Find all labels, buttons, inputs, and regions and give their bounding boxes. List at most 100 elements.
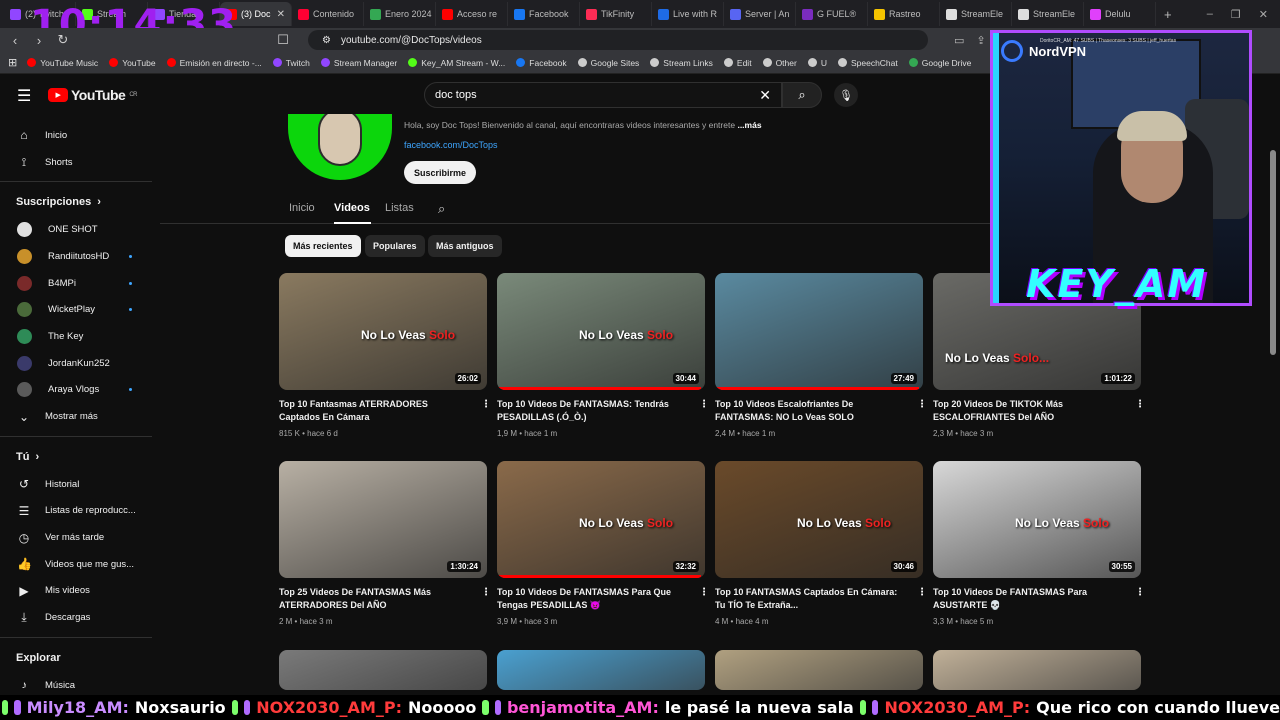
browser-tab[interactable]: TikFinity — [580, 2, 652, 26]
bookmark-item[interactable]: SpeechChat — [837, 58, 898, 68]
browser-tab[interactable]: StreamEle — [940, 2, 1012, 26]
bookmark-item[interactable]: Edit — [723, 58, 752, 68]
bookmark-item[interactable]: Twitch — [272, 58, 310, 68]
video-title[interactable]: Top 10 FANTASMAS Captados En Cámara: Tu … — [715, 586, 905, 612]
description-more[interactable]: ...más — [737, 120, 761, 130]
bookmark-item[interactable]: Other — [762, 58, 797, 68]
close-window-icon[interactable]: ✕ — [1259, 8, 1268, 21]
video-thumbnail[interactable]: 1:30:24 — [279, 461, 487, 578]
url-text[interactable]: youtube.com/@DocTops/videos — [341, 35, 482, 46]
sidebar-item[interactable]: ⌂ Inicio — [0, 122, 152, 149]
chip-popular[interactable]: Populares — [365, 235, 425, 257]
menu-icon[interactable]: ☰ — [17, 86, 31, 106]
browser-tab[interactable]: Server | An — [724, 2, 796, 26]
video-thumbnail[interactable] — [933, 650, 1141, 690]
video-thumbnail[interactable]: No Lo Veas Solo 26:02 — [279, 273, 487, 390]
chip-recent[interactable]: Más recientes — [285, 235, 361, 257]
sidebar-item[interactable]: ▶ Mis videos — [0, 578, 152, 605]
browser-tab[interactable]: Acceso re — [436, 2, 508, 26]
minimize-icon[interactable]: – — [1207, 8, 1213, 21]
search-value[interactable]: doc tops — [435, 89, 477, 101]
video-thumbnail[interactable] — [497, 650, 705, 690]
video-thumbnail[interactable]: No Lo Veas Solo 30:55 — [933, 461, 1141, 578]
bookmark-item[interactable]: Google Drive — [908, 58, 971, 68]
browser-tab[interactable]: Delulu — [1084, 2, 1156, 26]
sidebar-item[interactable]: ♪ Música — [0, 672, 152, 688]
clear-search-icon[interactable]: ✕ — [759, 87, 771, 104]
bookmark-item[interactable]: U — [807, 58, 827, 68]
bookmark-star-icon[interactable]: ☐ — [276, 32, 290, 48]
search-input[interactable]: doc tops ✕ — [424, 82, 782, 108]
bookmark-item[interactable]: YouTube — [109, 58, 156, 68]
subscription-item[interactable]: WicketPlay — [0, 296, 152, 323]
back-icon[interactable]: ‹ — [8, 33, 22, 48]
video-thumbnail[interactable]: No Lo Veas Solo 32:32 — [497, 461, 705, 578]
bookmark-item[interactable]: Stream Manager — [320, 58, 397, 68]
scrollbar[interactable] — [1270, 150, 1276, 355]
browser-tab[interactable]: Facebook — [508, 2, 580, 26]
video-title[interactable]: Top 25 Videos De FANTASMAS Más ATERRADOR… — [279, 586, 469, 612]
sidebar-item[interactable]: ☰ Listas de reproducc... — [0, 498, 152, 525]
chip-oldest[interactable]: Más antiguos — [428, 235, 502, 257]
reload-icon[interactable]: ↻ — [56, 32, 70, 48]
bookmark-item[interactable]: Emisión en directo -... — [166, 58, 262, 68]
tab-close-icon[interactable]: ✕ — [277, 9, 285, 20]
video-thumbnail[interactable]: 27:49 — [715, 273, 923, 390]
sidebar-item[interactable]: ◷ Ver más tarde — [0, 524, 152, 551]
more-options-icon[interactable]: ⋮ — [917, 587, 927, 598]
channel-search-icon[interactable]: ⌕ — [438, 201, 445, 217]
browser-tab[interactable]: Enero 2024 — [364, 2, 436, 26]
bookmark-item[interactable]: Google Sites — [577, 58, 639, 68]
video-title[interactable]: Top 20 Videos De TIKTOK Más ESCALOFRIANT… — [933, 398, 1123, 424]
more-options-icon[interactable]: ⋮ — [1135, 399, 1145, 410]
sidebar-item[interactable]: ⤓ Descargas — [0, 604, 152, 631]
video-title[interactable]: Top 10 Videos De FANTASMAS: Tendrás PESA… — [497, 398, 687, 424]
browser-tab[interactable]: Contenido — [292, 2, 364, 26]
video-title[interactable]: Top 10 Videos De FANTASMAS Para Que Teng… — [497, 586, 687, 612]
browser-tab[interactable]: G FUEL® — [796, 2, 868, 26]
tab-videos[interactable]: Videos — [334, 202, 370, 214]
subscribe-button[interactable]: Suscribirme — [404, 161, 476, 184]
tab-listas[interactable]: Listas — [385, 202, 414, 214]
bookmark-item[interactable]: Stream Links — [650, 58, 713, 68]
voice-search-button[interactable]: 🎙 — [834, 83, 858, 107]
omnibox[interactable]: ⚙ youtube.com/@DocTops/videos — [308, 30, 928, 50]
subscription-item[interactable]: The Key — [0, 323, 152, 350]
subscription-item[interactable]: ONE SHOT — [0, 216, 152, 243]
more-options-icon[interactable]: ⋮ — [1135, 587, 1145, 598]
sidebar-item[interactable]: ⟟ Shorts — [0, 149, 152, 176]
browser-tab[interactable]: Live with R — [652, 2, 724, 26]
share-icon[interactable]: ⇪ — [976, 34, 985, 47]
video-title[interactable]: Top 10 Videos De FANTASMAS Para ASUSTART… — [933, 586, 1123, 612]
bookmark-item[interactable]: Key_AM Stream - W... — [408, 58, 505, 68]
subscription-item[interactable]: JordanKun252 — [0, 350, 152, 377]
more-options-icon[interactable]: ⋮ — [481, 399, 491, 410]
subscription-item[interactable]: RandiitutosHD — [0, 243, 152, 270]
subscription-item[interactable]: Araya Vlogs — [0, 377, 152, 404]
bookmark-item[interactable]: YouTube Music — [27, 58, 98, 68]
youtube-logo[interactable]: ▶ YouTube CR — [48, 87, 137, 103]
search-button[interactable]: ⌕ — [782, 82, 822, 108]
video-thumbnail[interactable] — [279, 650, 487, 690]
video-thumbnail[interactable]: No Lo Veas Solo 30:46 — [715, 461, 923, 578]
channel-link[interactable]: facebook.com/DocTops — [404, 140, 498, 150]
more-options-icon[interactable]: ⋮ — [481, 587, 491, 598]
more-options-icon[interactable]: ⋮ — [699, 399, 709, 410]
you-heading[interactable]: Tú › — [0, 443, 152, 471]
bookmark-item[interactable]: Facebook — [516, 58, 567, 68]
video-title[interactable]: Top 10 Fantasmas ATERRADORES Captados En… — [279, 398, 469, 424]
video-title[interactable]: Top 10 Videos Escalofriantes De FANTASMA… — [715, 398, 905, 424]
channel-avatar[interactable] — [288, 114, 392, 180]
show-more-button[interactable]: ⌄ Mostrar más — [0, 403, 152, 430]
browser-tab[interactable]: StreamEle — [1012, 2, 1084, 26]
sidebar-item[interactable]: ↺ Historial — [0, 471, 152, 498]
site-info-icon[interactable]: ⚙ — [322, 35, 331, 46]
more-options-icon[interactable]: ⋮ — [917, 399, 927, 410]
sidebar-item[interactable]: 👍 Videos que me gus... — [0, 551, 152, 578]
channel-description[interactable]: Hola, soy Doc Tops! Bienvenido al canal,… — [404, 120, 762, 130]
forward-icon[interactable]: › — [32, 33, 46, 48]
browser-tab[interactable]: Rastreo — [868, 2, 940, 26]
new-tab-icon[interactable]: + — [1164, 7, 1172, 22]
tab-inicio[interactable]: Inicio — [289, 202, 315, 214]
cast-icon[interactable]: ▭ — [954, 34, 964, 47]
